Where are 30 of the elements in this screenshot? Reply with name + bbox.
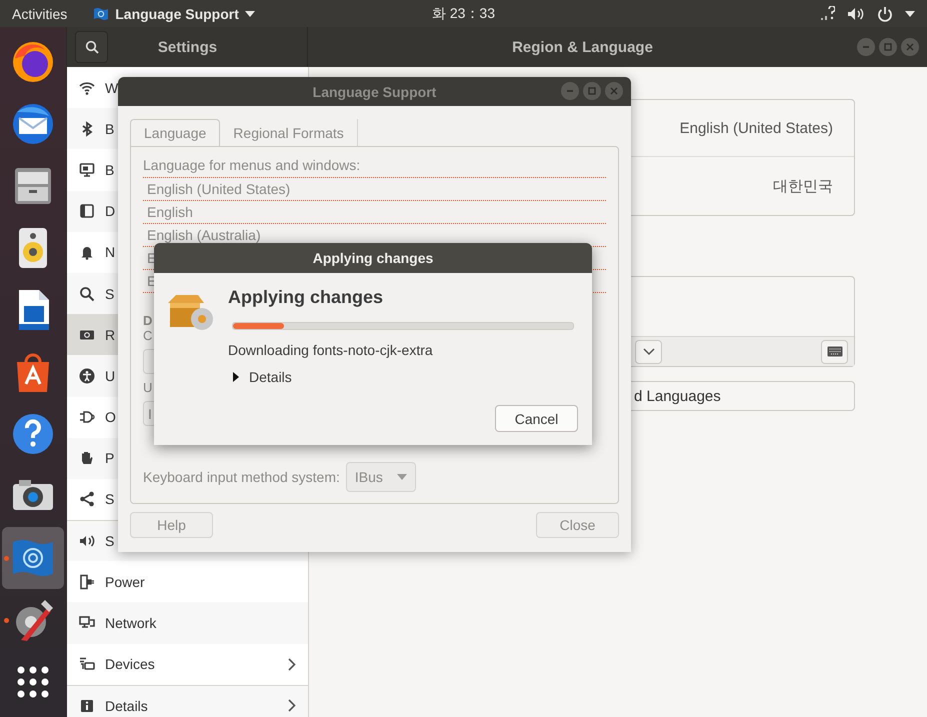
status-text: Downloading fonts-noto-cjk-extra: [228, 342, 434, 358]
sidebar-title: Settings: [156, 38, 218, 56]
window-title: Language Support: [312, 84, 436, 100]
sidebar-label: B: [105, 120, 114, 137]
sidebar-label: Network: [105, 615, 156, 632]
sidebar-label: W: [105, 80, 118, 96]
hint-heading: D: [143, 313, 152, 328]
sidebar-label: R: [105, 326, 116, 343]
sidebar-label: P: [105, 450, 114, 466]
sidebar-label: S: [105, 286, 114, 302]
list-label: Language for menus and windows:: [143, 157, 362, 173]
dialog-heading: Applying changes: [228, 287, 384, 308]
sidebar-label: O: [105, 409, 116, 426]
sidebar-label: U: [105, 368, 116, 384]
sidebar-label: D: [105, 203, 116, 220]
sidebar-label: B: [105, 162, 114, 178]
hint-text: C: [143, 328, 152, 343]
input-method-label: Keyboard input method system:: [143, 469, 340, 485]
sidebar-label: Power: [105, 574, 145, 590]
dialog-title: Applying changes: [312, 250, 434, 266]
hint-text: U: [143, 380, 152, 395]
formats-value: 대한민국: [773, 176, 833, 196]
sidebar-label: Details: [105, 698, 148, 714]
language-value: English (United States): [680, 120, 833, 136]
sidebar-label: N: [105, 244, 116, 260]
sidebar-label: S: [105, 491, 114, 508]
sidebar-label: S: [105, 533, 114, 550]
panel-title: Region & Language: [511, 38, 654, 56]
sidebar-label: Devices: [105, 656, 155, 672]
details-label: Details: [249, 369, 292, 385]
